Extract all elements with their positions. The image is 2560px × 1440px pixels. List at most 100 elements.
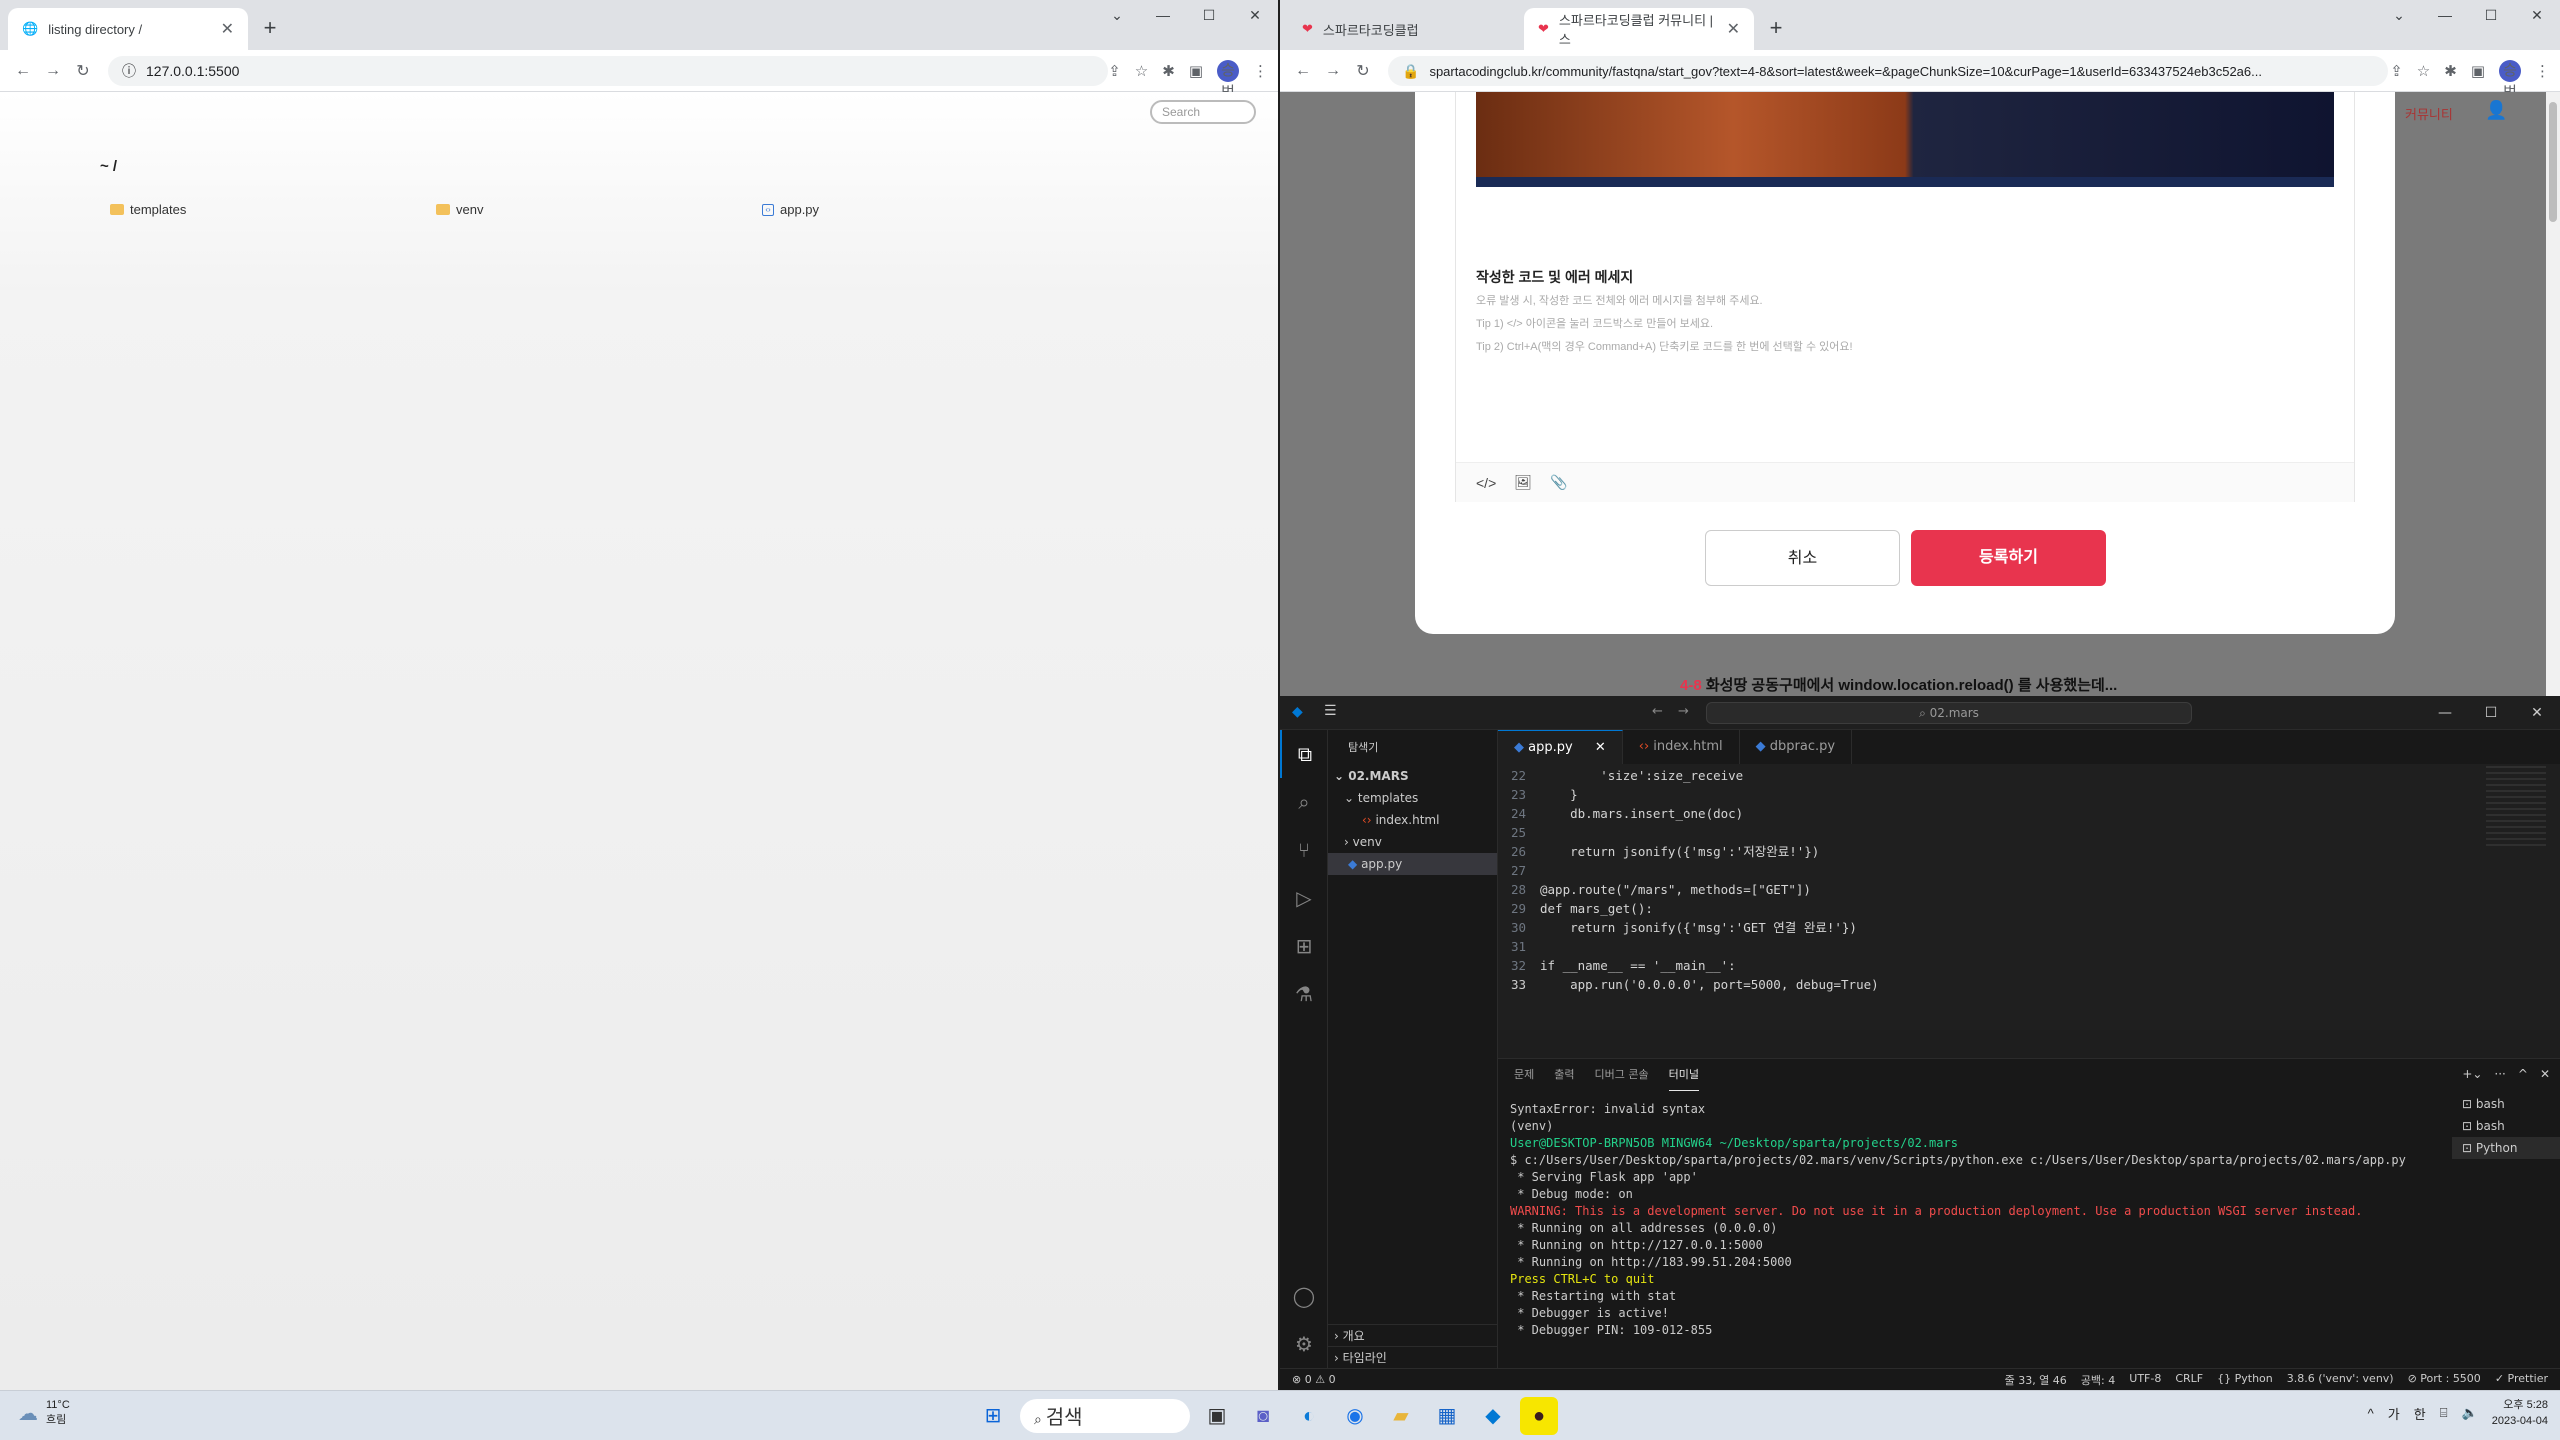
search-icon[interactable]: ⌕ (1280, 778, 1328, 826)
share-icon[interactable]: ⇪ (1108, 62, 1121, 80)
cancel-button[interactable]: 취소 (1705, 530, 1900, 586)
bookmark-star-icon[interactable]: ☆ (2417, 62, 2430, 80)
attachment-icon[interactable]: 📎 (1550, 474, 1567, 491)
status-item[interactable]: 3.8.6 ('venv': venv) (2287, 1372, 2394, 1388)
reload-icon[interactable]: ↻ (68, 61, 98, 81)
maximize-panel-icon[interactable]: ^ (2518, 1067, 2528, 1081)
status-item[interactable]: CRLF (2175, 1372, 2203, 1388)
testing-icon[interactable]: ⚗ (1280, 970, 1328, 1018)
chrome-icon[interactable]: ◉ (1336, 1397, 1374, 1435)
panel-tab-problems[interactable]: 문제 (1514, 1059, 1534, 1091)
account-icon[interactable]: ◯ (1280, 1272, 1328, 1320)
close-panel-icon[interactable]: ✕ (2540, 1067, 2550, 1081)
forward-icon[interactable]: → (38, 62, 68, 80)
maximize-button[interactable]: ☐ (1186, 0, 1232, 30)
profile-avatar[interactable]: 승범 (2499, 60, 2521, 101)
close-window-button[interactable]: ✕ (1232, 0, 1278, 30)
listing-item-templates[interactable]: templates (110, 202, 186, 217)
side-panel-icon[interactable]: ▣ (2471, 62, 2485, 80)
search-input[interactable]: Search (1150, 100, 1256, 124)
close-tab-icon[interactable]: ✕ (221, 19, 234, 39)
address-bar[interactable]: ⓘ 127.0.0.1:5500 (108, 56, 1108, 86)
volume-icon[interactable]: 🔈 (2462, 1405, 2478, 1421)
minimize-button[interactable]: — (2422, 696, 2468, 730)
terminal-item-python[interactable]: ⊡ Python (2452, 1137, 2560, 1159)
new-tab-button[interactable]: + (254, 12, 286, 44)
bookmark-star-icon[interactable]: ☆ (1135, 62, 1148, 80)
vscode-icon[interactable]: ◆ (1474, 1397, 1512, 1435)
status-item[interactable]: UTF-8 (2129, 1372, 2161, 1388)
side-panel-icon[interactable]: ▣ (1189, 62, 1203, 80)
weather-widget[interactable]: ☁ 11°C 흐림 (18, 1399, 70, 1427)
tree-item-venv[interactable]: › venv (1328, 831, 1497, 853)
workspace-folder[interactable]: ⌄ 02.MARS (1328, 765, 1497, 787)
status-item[interactable]: 줄 33, 열 46 (2005, 1372, 2067, 1388)
editor-tab-app-py[interactable]: ◆ app.py ✕ (1498, 730, 1623, 764)
info-icon[interactable]: ⓘ (122, 61, 136, 81)
editor-tab-dbprac-py[interactable]: ◆ dbprac.py (1740, 730, 1853, 764)
question-editor[interactable]: 작성한 코드 및 에러 메세지 오류 발생 시, 작성한 코드 전체와 에러 메… (1455, 92, 2355, 502)
tab-search-icon[interactable]: ⌄ (2376, 0, 2422, 30)
minimap[interactable] (2486, 766, 2546, 846)
back-icon[interactable]: ← (8, 62, 38, 80)
taskbar-search[interactable]: ⌕ 검색 (1020, 1399, 1190, 1433)
bg-user-icon[interactable]: 👤 (2485, 100, 2507, 121)
status-item[interactable]: {} Python (2217, 1372, 2273, 1388)
new-tab-button[interactable]: + (1760, 12, 1792, 44)
status-item[interactable]: ⊘ Port : 5500 (2408, 1372, 2481, 1388)
extensions-icon[interactable]: ⊞ (1280, 922, 1328, 970)
tab-sparta-home[interactable]: ❤ 스파르타코딩클럽 (1288, 8, 1518, 50)
ime-mode[interactable]: 한 (2414, 1404, 2426, 1423)
explorer-icon[interactable]: ⧉ (1280, 730, 1328, 778)
task-view-icon[interactable]: ▣ (1198, 1397, 1236, 1435)
edge-icon[interactable]: ◐ (1290, 1397, 1328, 1435)
file-explorer-icon[interactable]: ▰ (1382, 1397, 1420, 1435)
code-block-icon[interactable]: </> (1476, 475, 1496, 491)
tray-overflow-icon[interactable]: ^ (2368, 1406, 2374, 1421)
new-terminal-icon[interactable]: +⌄ (2462, 1067, 2482, 1081)
terminal-item-bash[interactable]: ⊡ bash (2452, 1093, 2560, 1115)
scrollbar-thumb[interactable] (2549, 102, 2557, 222)
panel-tab-debug-console[interactable]: 디버그 콘솔 (1595, 1059, 1649, 1091)
nav-forward-icon[interactable]: → (1678, 704, 1689, 719)
store-icon[interactable]: ▦ (1428, 1397, 1466, 1435)
share-icon[interactable]: ⇪ (2390, 62, 2403, 80)
status-item[interactable]: 공백: 4 (2081, 1372, 2115, 1388)
image-icon[interactable]: 🖼 (1514, 474, 1532, 491)
terminal-output[interactable]: SyntaxError: invalid syntax (venv) User@DE… (1510, 1101, 2450, 1339)
terminal-item-bash[interactable]: ⊡ bash (2452, 1115, 2560, 1137)
tree-item-app-py[interactable]: ◆ app.py (1328, 853, 1497, 875)
background-post-title[interactable]: 4-8 화성땅 공동구매에서 window.location.reload() … (1680, 674, 2117, 695)
more-actions-icon[interactable]: ··· (2494, 1067, 2505, 1081)
lock-icon[interactable]: 🔒 (1402, 63, 1419, 80)
panel-tab-output[interactable]: 출력 (1554, 1059, 1574, 1091)
forward-icon[interactable]: → (1318, 62, 1348, 80)
submit-button[interactable]: 등록하기 (1911, 530, 2106, 586)
editor-tab-index-html[interactable]: ‹› index.html (1623, 730, 1740, 764)
profile-avatar[interactable]: 승범 (1217, 60, 1239, 101)
tab-search-icon[interactable]: ⌄ (1094, 0, 1140, 30)
minimize-button[interactable]: — (2422, 0, 2468, 30)
source-control-icon[interactable]: ⑂ (1280, 826, 1328, 874)
page-scrollbar[interactable] (2546, 92, 2560, 696)
tree-item-index-html[interactable]: ‹› index.html (1328, 809, 1497, 831)
command-center[interactable]: ⌕ 02.mars (1706, 702, 2192, 724)
menu-hamburger-icon[interactable]: ☰ (1324, 703, 1337, 719)
maximize-button[interactable]: ☐ (2468, 0, 2514, 30)
listing-item-venv[interactable]: venv (436, 202, 483, 217)
listing-item-app-py[interactable]: ‹› app.py (762, 202, 819, 217)
problems-status[interactable]: ⊗ 0 ⚠ 0 (1292, 1373, 1336, 1386)
menu-kebab-icon[interactable]: ⋮ (2535, 62, 2550, 80)
outline-section[interactable]: › 개요 (1328, 1324, 1497, 1346)
close-window-button[interactable]: ✕ (2514, 696, 2560, 730)
ime-indicator[interactable]: 가 (2388, 1404, 2400, 1423)
tab-sparta-community[interactable]: ❤ 스파르타코딩클럽 커뮤니티 | 스 ✕ (1524, 8, 1754, 50)
back-icon[interactable]: ← (1288, 62, 1318, 80)
clock[interactable]: 오후 5:28 2023-04-04 (2492, 1397, 2548, 1429)
maximize-button[interactable]: ☐ (2468, 696, 2514, 730)
extensions-icon[interactable]: ✱ (1162, 62, 1175, 80)
tab-listing-directory[interactable]: 🌐 listing directory / ✕ (8, 8, 248, 50)
close-tab-icon[interactable]: ✕ (1595, 740, 1606, 755)
close-tab-icon[interactable]: ✕ (1727, 19, 1740, 39)
minimize-button[interactable]: — (1140, 0, 1186, 30)
